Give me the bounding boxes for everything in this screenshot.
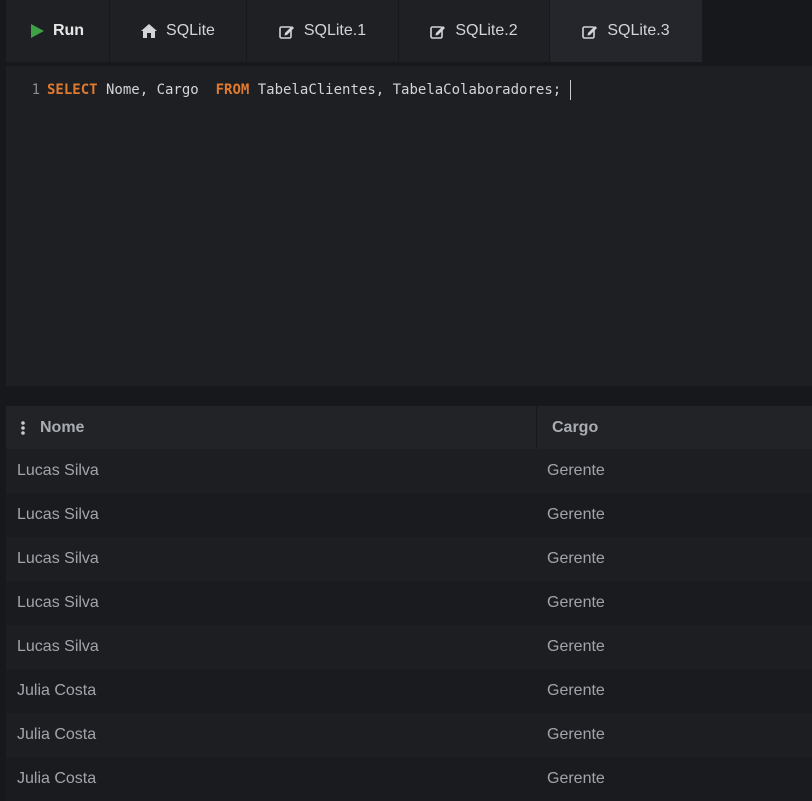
cell-cargo: Gerente [547, 506, 605, 523]
run-button[interactable]: Run [6, 0, 110, 62]
table-row[interactable]: Julia Costa Gerente [6, 669, 812, 713]
column-header-nome[interactable]: Nome [6, 406, 537, 449]
table-header: Nome Cargo [6, 406, 812, 449]
table-body: Lucas Silva Gerente Lucas Silva Gerente Lu… [6, 449, 812, 801]
tab-sqlite-3[interactable]: SQLite.3 [550, 0, 703, 62]
tab-sqlite-1[interactable]: SQLite.1 [247, 0, 399, 62]
cell-nome: Julia Costa [17, 726, 97, 743]
cell-cargo: Gerente [547, 638, 605, 655]
tab-sqlite-2[interactable]: SQLite.2 [399, 0, 550, 62]
home-icon [141, 24, 158, 38]
keyword-select: SELECT [47, 82, 98, 98]
edit-icon [430, 24, 446, 39]
table-row[interactable]: Julia Costa Gerente [6, 713, 812, 757]
tab-sqlite[interactable]: SQLite [110, 0, 247, 62]
edit-icon [279, 24, 295, 39]
column-menu-icon[interactable] [6, 420, 40, 435]
table-row[interactable]: Julia Costa Gerente [6, 757, 812, 801]
cell-nome: Lucas Silva [17, 550, 99, 567]
tab-label: SQLite.2 [455, 22, 518, 39]
table-row[interactable]: Lucas Silva Gerente [6, 625, 812, 669]
table-row[interactable]: Lucas Silva Gerente [6, 493, 812, 537]
cell-cargo: Gerente [547, 594, 605, 611]
cell-nome: Lucas Silva [17, 638, 99, 655]
text-cursor [570, 80, 572, 100]
cell-cargo: Gerente [547, 462, 605, 479]
table-row[interactable]: Lucas Silva Gerente [6, 581, 812, 625]
code-columns: Nome, Cargo [97, 82, 216, 98]
sql-editor[interactable]: 1 SELECT Nome, Cargo FROM TabelaClientes,… [6, 66, 812, 386]
code-line: 1 SELECT Nome, Cargo FROM TabelaClientes,… [6, 80, 572, 100]
edit-icon [582, 24, 598, 39]
cell-cargo: Gerente [547, 682, 605, 699]
cell-nome: Julia Costa [17, 682, 97, 699]
column-header-cargo[interactable]: Cargo [537, 406, 812, 449]
cell-nome: Lucas Silva [17, 462, 99, 479]
run-label: Run [52, 22, 85, 39]
cell-nome: Lucas Silva [17, 594, 99, 611]
keyword-from: FROM [215, 82, 250, 98]
table-row[interactable]: Lucas Silva Gerente [6, 537, 812, 581]
column-header-label: Cargo [552, 418, 599, 436]
tab-label: SQLite [166, 22, 215, 39]
cell-nome: Lucas Silva [17, 506, 99, 523]
table-row[interactable]: Lucas Silva Gerente [6, 449, 812, 493]
cell-cargo: Gerente [547, 550, 605, 567]
column-header-label: Nome [40, 418, 85, 436]
results-table: Nome Cargo Lucas Silva Gerente Lucas Silv… [6, 406, 812, 801]
play-icon [30, 24, 44, 38]
toolbar: Run SQLite SQLite.1 SQLite.2 SQLite.3 [6, 0, 812, 62]
cell-cargo: Gerente [547, 770, 605, 787]
tab-label: SQLite.1 [303, 22, 367, 39]
code-tables: TabelaClientes, TabelaColaboradores; [249, 82, 562, 98]
line-number: 1 [31, 82, 40, 98]
cell-nome: Julia Costa [17, 770, 97, 787]
tab-label: SQLite.3 [607, 22, 670, 39]
cell-cargo: Gerente [547, 726, 605, 743]
